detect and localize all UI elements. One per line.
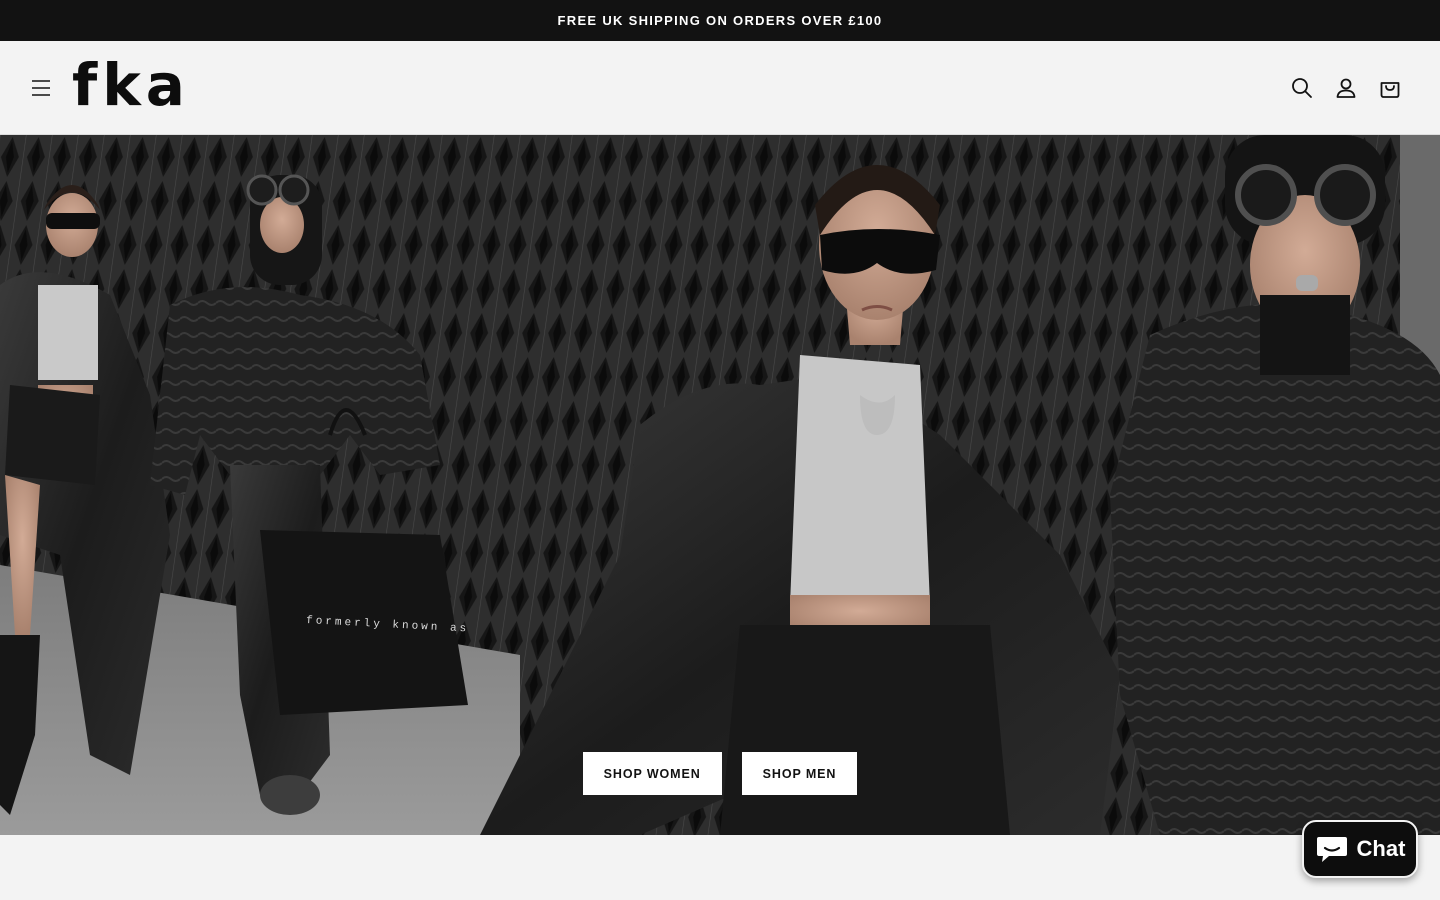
- menu-button[interactable]: [30, 77, 52, 99]
- hamburger-menu-icon: [32, 80, 50, 96]
- site-logo[interactable]: fka: [72, 55, 190, 115]
- announcement-text: FREE UK SHIPPING ON ORDERS OVER £100: [557, 13, 883, 28]
- next-section: [0, 835, 1440, 900]
- hero-banner: formerly known as SHOP WOMEN SHOP MEN: [0, 135, 1440, 835]
- hero-image[interactable]: formerly known as: [0, 135, 1440, 835]
- account-button[interactable]: [1334, 76, 1358, 100]
- account-icon: [1336, 78, 1356, 98]
- chat-label: Chat: [1356, 836, 1406, 861]
- shopping-bag-icon: [1380, 82, 1400, 98]
- search-icon: [1292, 78, 1312, 98]
- logo-text: fka: [72, 51, 190, 119]
- cart-button[interactable]: [1378, 76, 1402, 100]
- shop-women-button[interactable]: SHOP WOMEN: [582, 752, 722, 795]
- site-header: fka: [0, 41, 1440, 135]
- announcement-bar: FREE UK SHIPPING ON ORDERS OVER £100: [0, 0, 1440, 41]
- search-button[interactable]: [1290, 76, 1314, 100]
- chat-bubble-icon: [1316, 837, 1347, 862]
- hero-cta-group: SHOP WOMEN SHOP MEN: [0, 752, 1440, 795]
- chat-button[interactable]: Chat: [1302, 820, 1418, 878]
- shop-men-button[interactable]: SHOP MEN: [741, 752, 858, 795]
